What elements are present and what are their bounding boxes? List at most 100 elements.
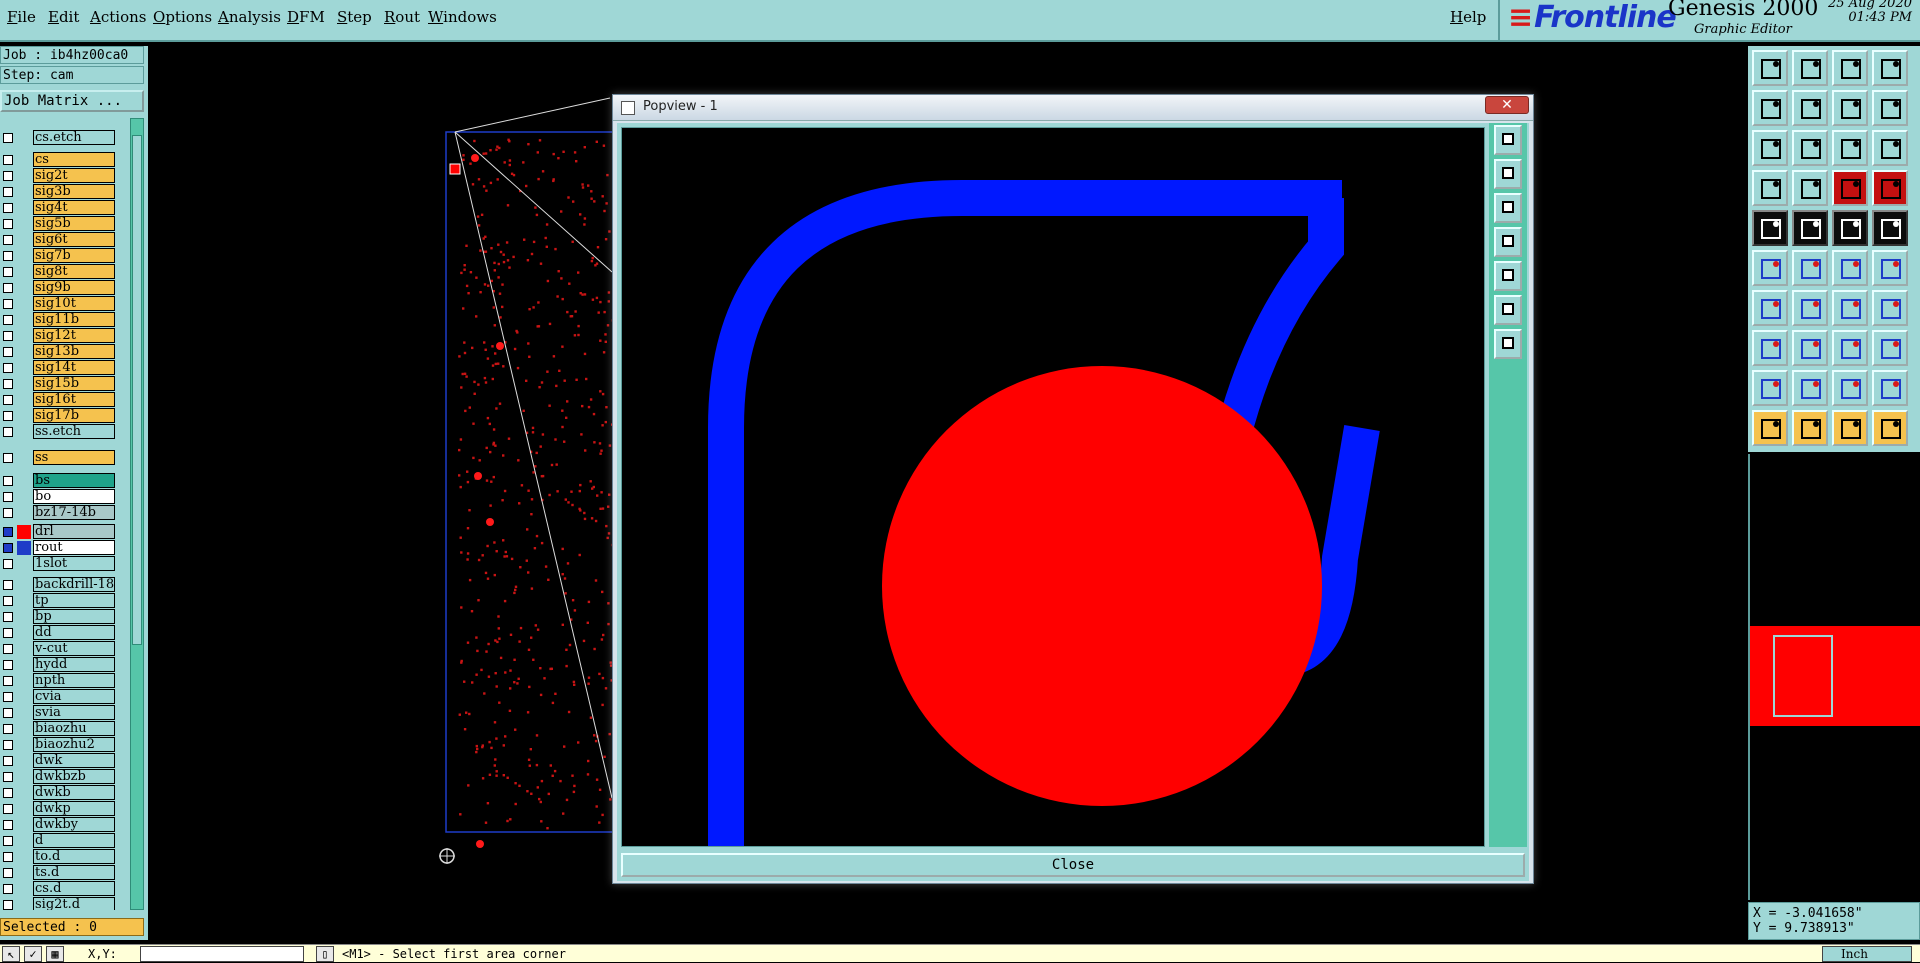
layer-list-scrollbar[interactable] bbox=[130, 118, 144, 910]
layer-checkbox[interactable] bbox=[3, 395, 13, 405]
snap-active-icon[interactable] bbox=[1872, 170, 1908, 206]
layer-name[interactable]: biaozhu2 bbox=[33, 737, 115, 752]
layer-name[interactable]: hydd bbox=[33, 657, 115, 672]
layer-row[interactable]: backdrill-18 bbox=[0, 577, 128, 592]
layer-name[interactable]: cs.etch bbox=[33, 130, 115, 145]
layer-name[interactable]: dwkbzb bbox=[33, 769, 115, 784]
layer-row[interactable]: tp bbox=[0, 593, 128, 608]
layer-row[interactable]: bz17-14b bbox=[0, 505, 128, 520]
layer-row[interactable]: dwk bbox=[0, 753, 128, 768]
select-icon[interactable] bbox=[1752, 410, 1788, 446]
layer-checkbox[interactable] bbox=[3, 508, 13, 518]
layer-checkbox[interactable] bbox=[3, 315, 13, 325]
pv-zoom-in-icon[interactable] bbox=[1494, 159, 1522, 189]
layer-name[interactable]: sig3b bbox=[33, 184, 115, 199]
layer-row[interactable]: ts.d bbox=[0, 865, 128, 880]
layer-row[interactable]: sig5b bbox=[0, 216, 128, 231]
zoom-center-icon[interactable] bbox=[1792, 130, 1828, 166]
layer-checkbox[interactable] bbox=[3, 836, 13, 846]
layer-checkbox[interactable] bbox=[3, 852, 13, 862]
layer-checkbox[interactable] bbox=[3, 155, 13, 165]
home-icon[interactable] bbox=[1832, 50, 1868, 86]
poly-merge-icon[interactable] bbox=[1872, 370, 1908, 406]
fill-icon[interactable] bbox=[1832, 330, 1868, 366]
layer-row[interactable]: cs.etch bbox=[0, 130, 128, 145]
layer-row[interactable]: d bbox=[0, 833, 128, 848]
menu-rout[interactable]: Rout bbox=[384, 8, 420, 26]
angle-icon[interactable] bbox=[1752, 290, 1788, 326]
layer-name[interactable]: dwkby bbox=[33, 817, 115, 832]
layer-checkbox[interactable] bbox=[3, 900, 13, 910]
layer-row[interactable]: npth bbox=[0, 673, 128, 688]
snap-icon[interactable] bbox=[1832, 170, 1868, 206]
layer-name[interactable]: tp bbox=[33, 593, 115, 608]
mirror-icon[interactable] bbox=[1872, 290, 1908, 326]
copy-icon[interactable] bbox=[1872, 250, 1908, 286]
layer-name[interactable]: sig12t bbox=[33, 328, 115, 343]
layer-row[interactable]: sig4t bbox=[0, 200, 128, 215]
layer-name[interactable]: cvia bbox=[33, 689, 115, 704]
layer-row[interactable]: cs bbox=[0, 152, 128, 167]
arc-icon[interactable] bbox=[1832, 290, 1868, 326]
layer-name[interactable]: d bbox=[33, 833, 115, 848]
layer-row[interactable]: bs bbox=[0, 473, 128, 488]
move-icon[interactable] bbox=[1832, 250, 1868, 286]
layer-name[interactable]: sig13b bbox=[33, 344, 115, 359]
layer-row[interactable]: sig3b bbox=[0, 184, 128, 199]
layer-row[interactable]: dwkbzb bbox=[0, 769, 128, 784]
layer-name[interactable]: ts.d bbox=[33, 865, 115, 880]
layer-row[interactable]: biaozhu bbox=[0, 721, 128, 736]
layer-checkbox[interactable] bbox=[3, 804, 13, 814]
layer-row[interactable]: bo bbox=[0, 489, 128, 504]
mini-map[interactable] bbox=[1748, 454, 1920, 900]
layer-name[interactable]: sig7b bbox=[33, 248, 115, 263]
layer-name[interactable]: bo bbox=[33, 489, 115, 504]
layer-checkbox[interactable] bbox=[3, 363, 13, 373]
help-icon[interactable] bbox=[1872, 130, 1908, 166]
units-selector[interactable]: Inch bbox=[1822, 946, 1912, 962]
pv-center-icon[interactable] bbox=[1494, 329, 1522, 359]
layer-name[interactable]: cs.d bbox=[33, 881, 115, 896]
layer-checkbox[interactable] bbox=[3, 299, 13, 309]
layer-row[interactable]: hydd bbox=[0, 657, 128, 672]
layer-checkbox[interactable] bbox=[3, 251, 13, 261]
layer-row[interactable]: ss.etch bbox=[0, 424, 128, 439]
layer-name[interactable]: to.d bbox=[33, 849, 115, 864]
layer-name[interactable]: sig5b bbox=[33, 216, 115, 231]
layer-name[interactable]: npth bbox=[33, 673, 115, 688]
add-line-icon[interactable] bbox=[1792, 210, 1828, 246]
layer-name[interactable]: dwk bbox=[33, 753, 115, 768]
layer-row[interactable]: sig2t.d bbox=[0, 897, 128, 910]
select-net-icon[interactable] bbox=[1832, 410, 1868, 446]
layer-checkbox[interactable] bbox=[3, 133, 13, 143]
layer-checkbox[interactable] bbox=[3, 453, 13, 463]
layer-name[interactable]: sig11b bbox=[33, 312, 115, 327]
measure-icon[interactable] bbox=[1752, 170, 1788, 206]
menu-analysis[interactable]: Analysis bbox=[218, 8, 281, 26]
menu-dfm[interactable]: DFM bbox=[287, 8, 325, 26]
layer-row[interactable]: cs.d bbox=[0, 881, 128, 896]
layer-name[interactable]: drl bbox=[33, 524, 115, 539]
pv-fit-icon[interactable] bbox=[1494, 295, 1522, 325]
layer-row[interactable]: sig12t bbox=[0, 328, 128, 343]
layer-checkbox[interactable] bbox=[3, 476, 13, 486]
layer-name[interactable]: ss.etch bbox=[33, 424, 115, 439]
layer-row[interactable]: dwkby bbox=[0, 817, 128, 832]
group-icon[interactable] bbox=[1872, 330, 1908, 366]
layer-row[interactable]: svia bbox=[0, 705, 128, 720]
layer-name[interactable]: sig2t.d bbox=[33, 897, 115, 910]
popview-titlebar[interactable]: Popview - 1 ✕ bbox=[613, 95, 1533, 121]
zoomed-view[interactable] bbox=[622, 128, 1485, 847]
job-matrix-button[interactable]: Job Matrix ... bbox=[0, 90, 144, 112]
pv-pan-right-icon[interactable] bbox=[1494, 261, 1522, 291]
layer-checkbox[interactable] bbox=[3, 596, 13, 606]
layer-row[interactable]: rout bbox=[0, 540, 128, 555]
layer-name[interactable]: sig9b bbox=[33, 280, 115, 295]
select-multi-icon[interactable] bbox=[1872, 410, 1908, 446]
layer-name[interactable]: sig15b bbox=[33, 376, 115, 391]
layer-checkbox[interactable] bbox=[3, 331, 13, 341]
layer-checkbox[interactable] bbox=[3, 235, 13, 245]
mini-map-view[interactable] bbox=[1750, 454, 1920, 900]
popview-close-button[interactable]: Close bbox=[621, 853, 1525, 877]
layer-row[interactable]: bp bbox=[0, 609, 128, 624]
